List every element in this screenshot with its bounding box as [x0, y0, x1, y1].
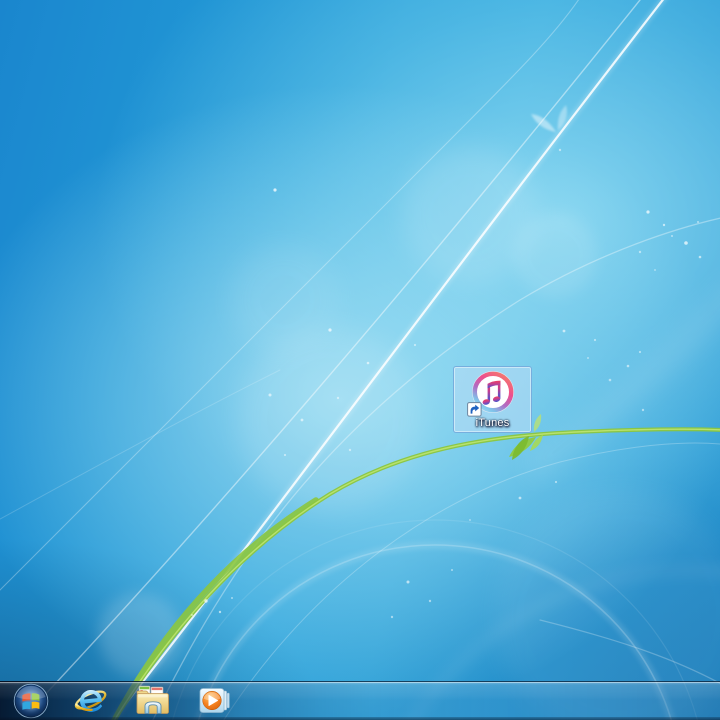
- desktop-icon-label: iTunes: [475, 417, 510, 429]
- shortcut-arrow-icon: [466, 402, 482, 417]
- itunes-icon: [466, 369, 517, 417]
- taskbar-button-internet-explorer[interactable]: [62, 682, 120, 720]
- taskbar-button-windows-explorer[interactable]: [124, 682, 182, 720]
- taskbar: [0, 681, 720, 720]
- windows-desktop-screen: iTunes: [0, 0, 720, 720]
- windows-media-player-icon: [198, 685, 232, 717]
- windows-start-orb-icon: [13, 683, 49, 719]
- wallpaper-soft-band: [522, 287, 720, 481]
- desktop-icon-itunes[interactable]: iTunes: [453, 366, 532, 433]
- start-button[interactable]: [10, 682, 52, 720]
- taskbar-button-windows-media-player[interactable]: [186, 682, 244, 720]
- internet-explorer-icon: [74, 685, 108, 717]
- desktop-wallpaper[interactable]: [0, 0, 720, 720]
- wallpaper-artwork: [0, 0, 720, 720]
- windows-explorer-folder-icon: [136, 685, 170, 717]
